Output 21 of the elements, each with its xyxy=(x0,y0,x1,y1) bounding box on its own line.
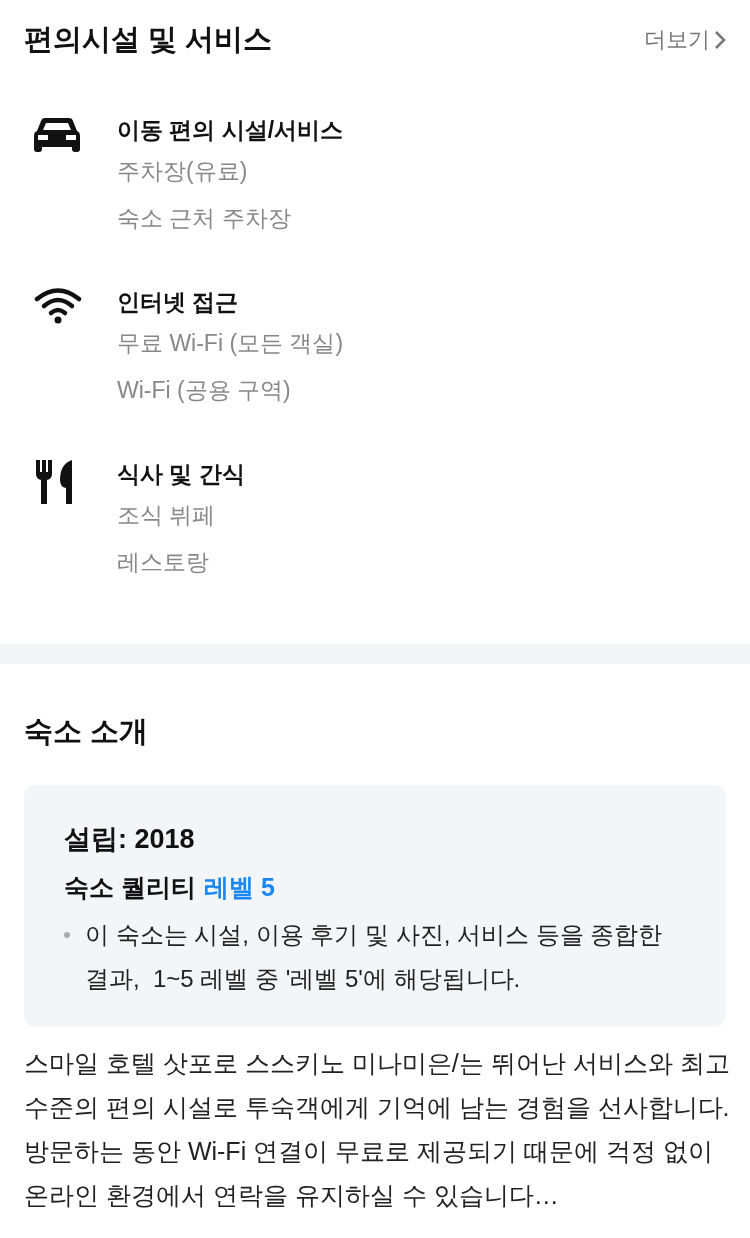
section-title: 숙소 소개 xyxy=(24,713,150,749)
description-text: 스마일 호텔 삿포로 스스키노 미나미은/는 뛰어난 서비스와 최고 수준의 편의 시설로 투숙객에게 기억에 남는 경험을 선사합니다.방문하는 동안 Wi-Fi 연결이 무료로 제공되기 때문에 걱정 없이 온라인 환경에서 연락을 유지하실 수 있습니다… xyxy=(24,1048,731,1211)
amenity-item: Wi-Fi (공용 구역) xyxy=(117,375,292,405)
group-title: 인터넷 접근 xyxy=(117,287,240,317)
section-title: 편의시설 및 서비스 xyxy=(24,22,273,57)
bullet-icon xyxy=(64,932,70,938)
more-link[interactable]: 더보기 xyxy=(644,23,726,57)
amenity-item: 숙소 근처 주차장 xyxy=(117,203,292,233)
amenity-item: 주차장(유료) xyxy=(117,156,249,186)
group-title: 식사 및 간식 xyxy=(117,459,245,489)
amenity-item: 무료 Wi-Fi (모든 객실) xyxy=(117,328,344,358)
car-icon xyxy=(34,115,80,154)
note-text: 이 숙소는 시설, 이용 후기 및 사진, 서비스 등을 종합한 결과, 1~5 레벨 중 '레벨 5'에 해당됩니다. xyxy=(85,920,664,994)
amenity-item: 레스토랑 xyxy=(117,547,210,577)
wifi-icon xyxy=(34,287,82,324)
quality-label: 숙소 퀄리티 xyxy=(64,872,196,903)
group-title: 이동 편의 시설/서비스 xyxy=(117,115,344,145)
established-text: 설립: 2018 xyxy=(64,823,196,856)
amenity-item: 조식 뷔페 xyxy=(117,500,217,530)
chevron-right-icon xyxy=(714,29,726,50)
quality-level: 레벨 5 xyxy=(203,872,275,903)
